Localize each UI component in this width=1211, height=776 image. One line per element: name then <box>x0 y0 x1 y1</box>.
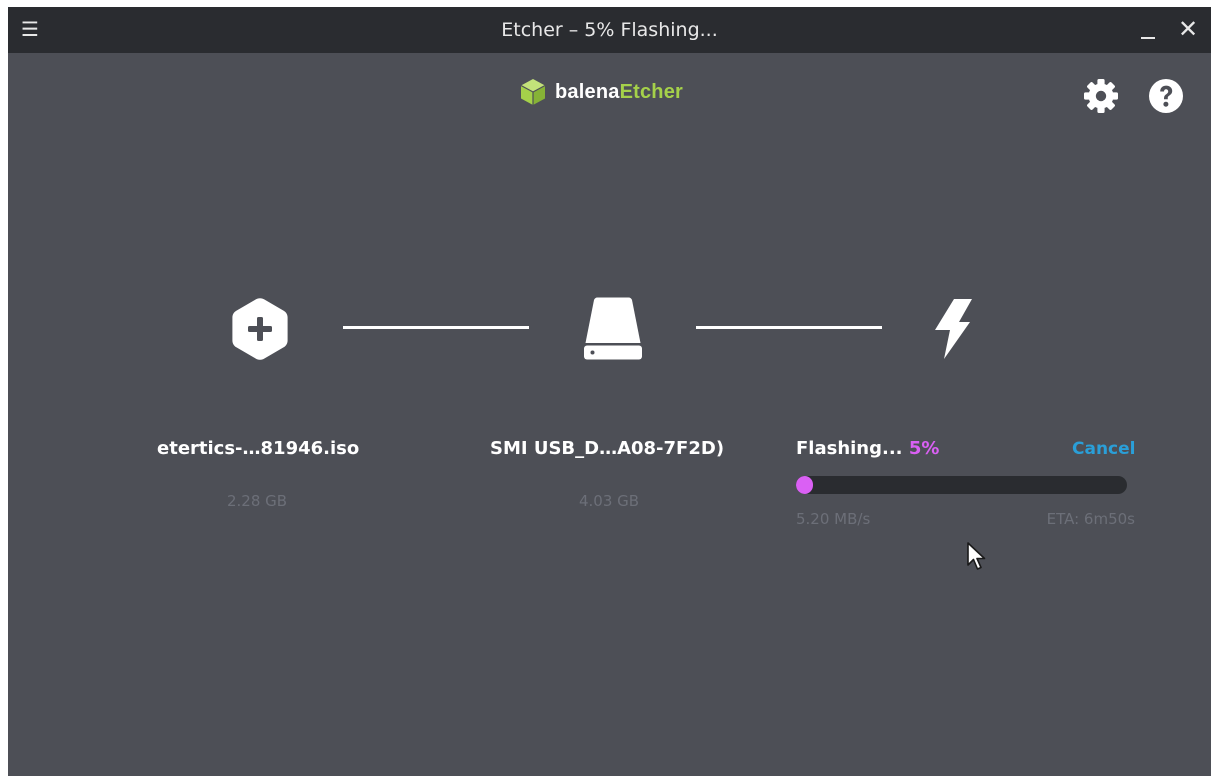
logo-etcher-text: Etcher <box>619 80 684 103</box>
question-circle-icon[interactable] <box>1147 77 1185 115</box>
flash-percent: 5% <box>908 438 940 459</box>
title-bar: ☰ Etcher – 5% Flashing... ✕ <box>8 7 1211 53</box>
etcher-window: ☰ Etcher – 5% Flashing... ✕ balenaEtcher <box>8 7 1211 776</box>
minimize-icon[interactable] <box>1137 17 1159 43</box>
logo-wordmark: balenaEtcher <box>555 81 683 104</box>
cancel-button[interactable]: Cancel <box>1072 439 1135 459</box>
drive-name[interactable]: SMI USB_D…A08-7F2D) <box>490 438 724 459</box>
flash-speed: 5.20 MB/s <box>796 510 871 528</box>
connector-line-2 <box>696 326 882 329</box>
connector-line-1 <box>343 326 529 329</box>
image-name[interactable]: etertics-…81946.iso <box>157 438 359 459</box>
logo-balena-text: balena <box>555 80 620 103</box>
balena-etcher-logo: balenaEtcher <box>518 76 683 108</box>
flash-progress-bar <box>796 476 1127 494</box>
drive-size: 4.03 GB <box>579 492 640 510</box>
window-title: Etcher – 5% Flashing... <box>501 19 718 41</box>
lightning-bolt-icon <box>935 299 972 359</box>
balena-cube-icon <box>520 79 546 105</box>
flash-status: Flashing... 5% <box>796 438 939 459</box>
flash-progress-fill <box>796 476 813 494</box>
close-icon[interactable]: ✕ <box>1175 15 1201 43</box>
mouse-cursor-icon <box>967 542 986 570</box>
image-size: 2.28 GB <box>227 492 288 510</box>
flash-eta: ETA: 6m50s <box>1046 510 1135 528</box>
hexagon-plus-icon[interactable] <box>230 297 290 361</box>
hard-drive-icon[interactable] <box>582 297 644 361</box>
gear-icon[interactable] <box>1082 77 1120 115</box>
flash-status-text: Flashing... <box>796 438 903 459</box>
